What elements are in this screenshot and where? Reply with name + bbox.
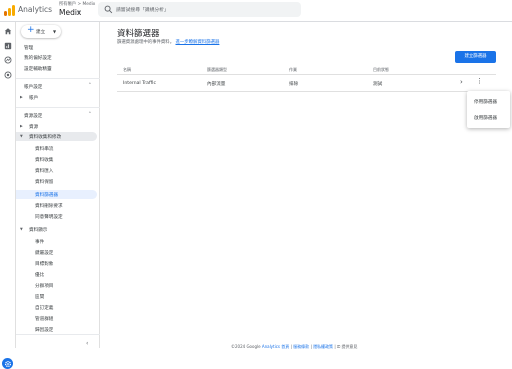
nav-item-data-deletion-requests[interactable]: 資料刪除要求 (35, 203, 63, 209)
nav-item-data-collection-modification[interactable]: 資料收集和修改 (29, 134, 61, 140)
nav-item-comparisons[interactable]: 優比 (35, 272, 44, 278)
copyright: ©2024 Google (231, 344, 261, 349)
nav-item-data-streams[interactable]: 資料串流 (35, 146, 53, 152)
expand-arrow-icon[interactable]: ▶ (20, 124, 23, 128)
footer-link-privacy[interactable]: 隱私權政策 (313, 344, 333, 349)
divider (16, 334, 100, 335)
nav-item-segments[interactable]: 分群項目 (35, 283, 53, 289)
chevron-down-icon: ▼ (53, 29, 57, 34)
page-title: 資料篩選器 (117, 29, 160, 39)
admin-gear-icon[interactable] (2, 358, 13, 369)
top-bar: Analytics 所有帳戶 > Medix Medix ▼ 請嘗試搜尋「識規分… (0, 0, 512, 22)
nav-item-preferences[interactable]: 我的偏好設定 (24, 55, 52, 61)
icon-rail (0, 22, 16, 369)
reports-icon[interactable] (4, 42, 12, 50)
collapse-arrow-icon[interactable]: ▼ (20, 227, 23, 231)
nav-item-data-filters[interactable]: 資料篩選器 (35, 192, 58, 198)
advertising-icon[interactable] (4, 71, 12, 79)
main-content: 資料篩選器 篩選資源處理中的事件資料。 進一步瞭解資料篩選器 建立篩選器 名稱 … (101, 22, 512, 349)
column-header-operation[interactable]: 作業 (289, 67, 297, 73)
nav-item-audiences[interactable]: 目標對象 (35, 261, 53, 267)
create-button-label: 建立 (36, 30, 46, 35)
collapse-sidebar-chevron-icon[interactable]: ‹ (86, 340, 88, 347)
account-path[interactable]: 所有帳戶 > Medix (59, 1, 95, 7)
nav-item-data-display[interactable]: 資料顯示 (29, 227, 47, 233)
learn-more-link[interactable]: 進一步瞭解資料篩選器 (176, 40, 220, 45)
column-header-filter-type[interactable]: 篩選器類型 (207, 67, 227, 73)
search-input[interactable]: 請嘗試搜尋「識規分析」 (116, 6, 169, 13)
footer-link-analytics-home[interactable]: Analytics 首頁 (262, 344, 289, 349)
footer: ©2024 Google Analytics 首頁 | 服務條款 | 隱私權政策… (231, 344, 358, 349)
status-cell: 測試 (373, 82, 383, 87)
nav-item-attribution-settings[interactable]: 歸因設定 (35, 327, 53, 332)
filter-name-cell: Internal Traffic (123, 81, 156, 86)
menu-item-deactivate-filter[interactable]: 停用篩選器 (474, 99, 497, 105)
plus-icon: + (27, 25, 35, 35)
chevron-up-icon[interactable]: ⌃ (88, 83, 92, 88)
account-settings-header[interactable]: 帳戶設定 (24, 84, 42, 90)
app-name: Analytics (18, 5, 53, 14)
nav-item-key-events[interactable]: 鍵屬設定 (35, 250, 53, 256)
column-header-status[interactable]: 目前狀態 (373, 67, 389, 73)
divider (16, 107, 100, 108)
table-row-divider (117, 91, 496, 92)
nav-item-channel-groups[interactable]: 管道群組 (35, 316, 53, 322)
property-settings-header[interactable]: 資源設定 (24, 113, 42, 119)
page-subtitle: 篩選資源處理中的事件資料。 進一步瞭解資料篩選器 (117, 39, 219, 45)
table-header-divider (117, 74, 496, 75)
nav-item-custom-definitions[interactable]: 自訂定義 (35, 305, 53, 311)
operation-cell: 排除 (289, 82, 299, 87)
footer-link-terms[interactable]: 服務條款 (293, 344, 309, 349)
search-bar[interactable]: 請嘗試搜尋「識規分析」 (98, 2, 301, 17)
feedback-link[interactable]: 提供意見 (341, 344, 357, 349)
collapse-arrow-icon[interactable]: ▼ (20, 134, 23, 138)
nav-item-data-retention[interactable]: 資料保留 (35, 179, 53, 185)
chevron-down-icon[interactable]: ▼ (77, 10, 81, 16)
search-icon (104, 5, 113, 14)
more-vert-icon[interactable]: ⋮ (476, 77, 483, 85)
nav-item-setup-assistant[interactable]: 設定輔助精靈 (24, 66, 52, 72)
nav-item-data-import[interactable]: 資料匯入 (35, 168, 53, 174)
home-icon[interactable] (4, 27, 12, 35)
filter-type-cell: 內部流量 (207, 82, 226, 87)
expand-arrow-icon[interactable]: ▶ (20, 95, 23, 99)
admin-sidebar: + 建立 ▼ 管理 我的偏好設定 設定輔助精靈 帳戶設定 ⌃ ▶ 帳戶 資源設定… (16, 22, 100, 348)
create-filter-button[interactable]: 建立篩選器 (455, 51, 496, 63)
explore-icon[interactable] (4, 56, 12, 64)
nav-item-property[interactable]: 資源 (29, 124, 38, 130)
nav-item-account[interactable]: 帳戶 (29, 95, 38, 101)
row-actions-menu: 停用篩選器 啟用篩選器 (467, 91, 510, 128)
divider (16, 78, 100, 79)
menu-item-activate-filter[interactable]: 啟用篩選器 (474, 115, 497, 121)
chevron-right-icon[interactable]: › (460, 78, 463, 86)
chevron-up-icon[interactable]: ⌃ (88, 112, 92, 117)
nav-item-events[interactable]: 事件 (35, 239, 44, 245)
nav-item-regions[interactable]: 區間 (35, 294, 44, 300)
column-header-name[interactable]: 名稱 (123, 67, 131, 73)
nav-item-consent-settings[interactable]: 同意聲明設定 (35, 214, 63, 220)
feedback-icon[interactable]: ⎚ (337, 344, 340, 349)
create-button[interactable]: + 建立 ▼ (21, 25, 61, 38)
nav-item-admin[interactable]: 管理 (24, 45, 33, 51)
subtitle-text: 篩選資源處理中的事件資料。 (117, 40, 175, 45)
nav-item-data-collection[interactable]: 資料收集 (35, 157, 53, 163)
analytics-logo-icon[interactable] (4, 5, 15, 16)
